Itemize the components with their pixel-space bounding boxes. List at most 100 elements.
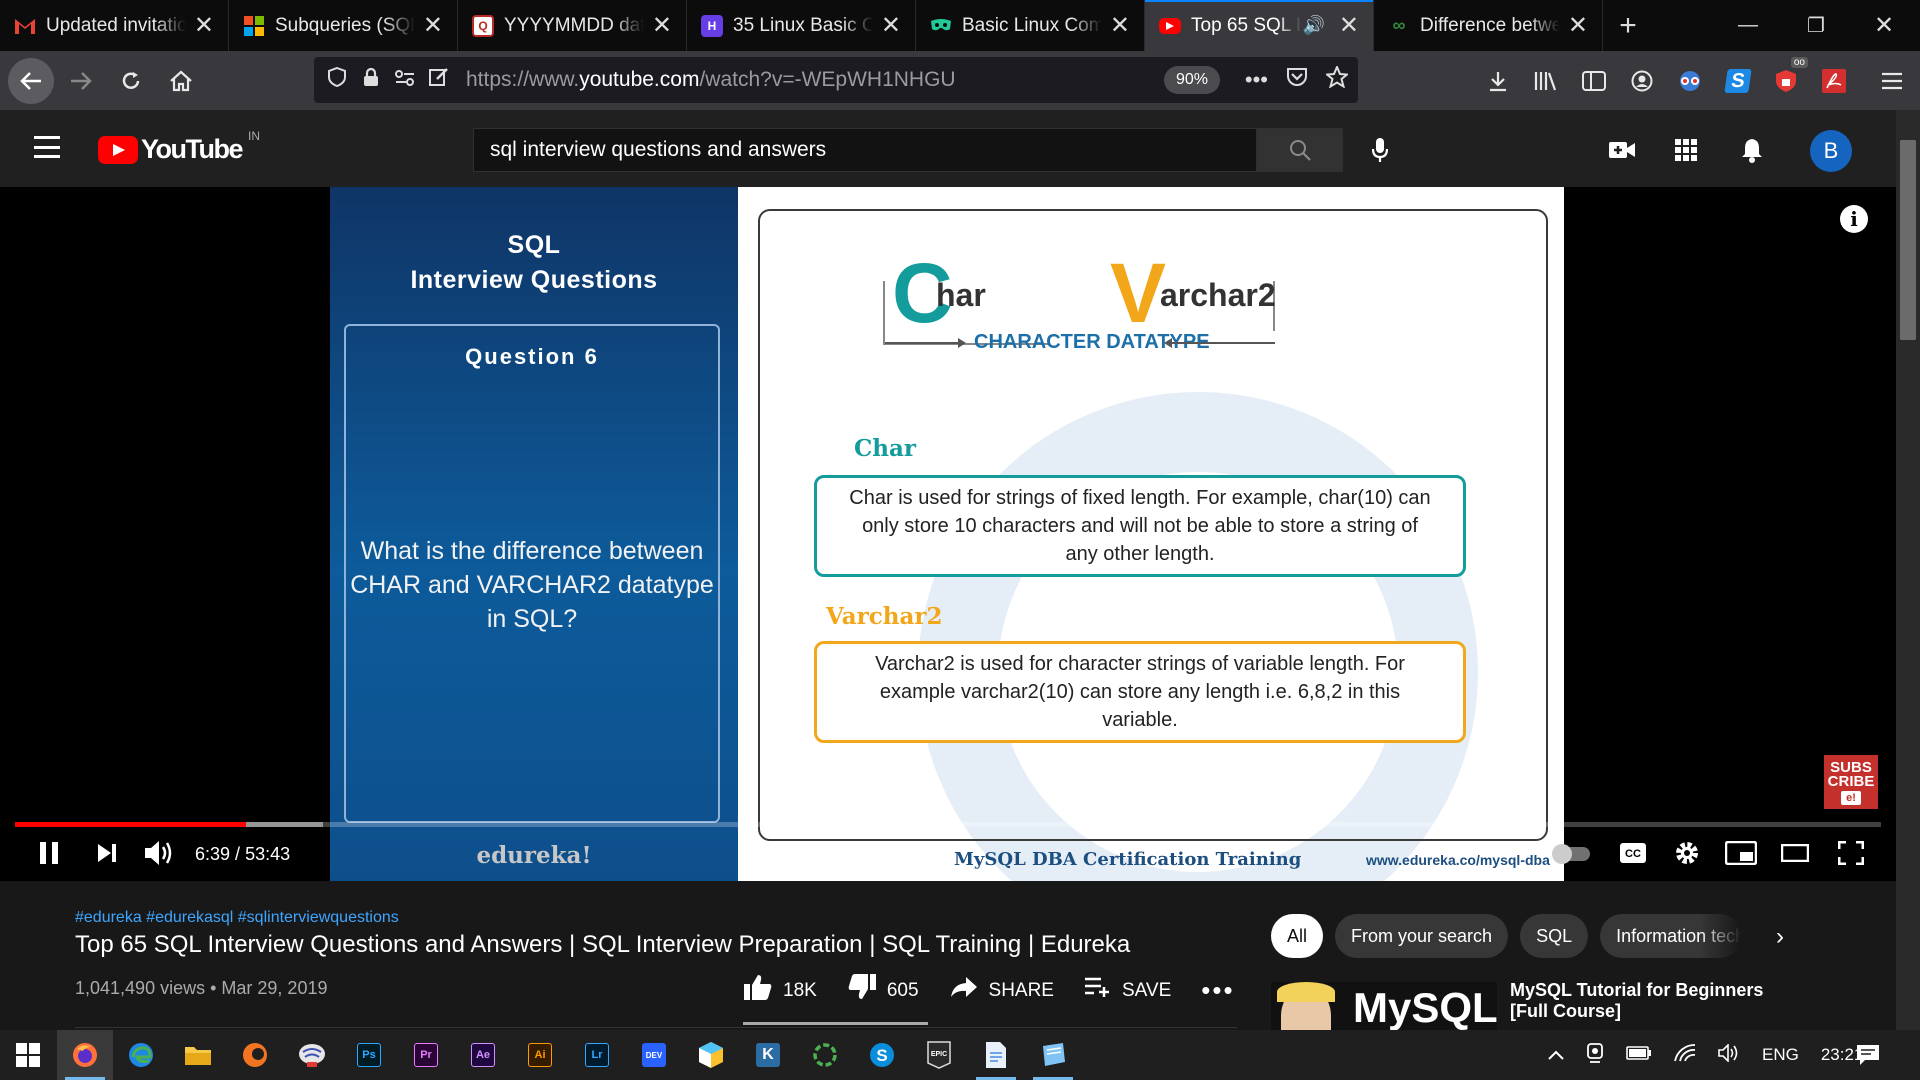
voice-search-button[interactable] <box>1360 130 1400 170</box>
tab-audio-icon[interactable]: 🔊 <box>1302 15 1324 36</box>
zoom-level[interactable]: 90% <box>1163 66 1220 94</box>
lightroom-taskbar-icon[interactable]: Lr <box>569 1030 625 1080</box>
close-tab-icon[interactable]: ✕ <box>881 13 901 38</box>
chip-information-technology[interactable]: Information technology <box>1600 914 1743 958</box>
youtube-logo[interactable]: YouTube IN <box>98 129 260 165</box>
close-tab-icon[interactable]: ✕ <box>1568 13 1588 38</box>
browser-tab[interactable]: Updated invitation ✕ <box>0 0 229 51</box>
url-bar[interactable]: https://www.youtube.com/watch?v=-WEpWH1N… <box>314 57 1358 103</box>
edge-taskbar-icon[interactable] <box>113 1030 169 1080</box>
edit-page-icon[interactable] <box>422 67 456 93</box>
more-actions-button[interactable]: ••• <box>1201 975 1234 1006</box>
avatar[interactable]: B <box>1810 130 1852 172</box>
skype-taskbar-icon[interactable]: S <box>854 1030 910 1080</box>
extension-eyes-icon[interactable] <box>1666 51 1714 110</box>
close-tab-icon[interactable]: ✕ <box>194 13 214 38</box>
chip-from-your-search[interactable]: From your search <box>1335 914 1509 958</box>
theater-mode-button[interactable] <box>1778 835 1812 871</box>
krita-taskbar-icon[interactable]: K <box>740 1030 796 1080</box>
dislike-button[interactable]: 605 <box>847 973 919 1008</box>
notifications-center-button[interactable] <box>1840 1030 1896 1080</box>
recommended-video-thumbnail[interactable]: MySQL <box>1271 982 1497 1030</box>
extension-shield-icon[interactable]: oo <box>1762 51 1810 110</box>
language-indicator[interactable]: ENG <box>1762 1045 1799 1065</box>
save-button[interactable]: SAVE <box>1084 976 1171 1005</box>
illustrator-taskbar-icon[interactable]: Ai <box>512 1030 568 1080</box>
info-icon[interactable]: i <box>1840 205 1868 233</box>
chevron-right-icon[interactable]: › <box>1776 923 1784 951</box>
notepad-taskbar-icon[interactable] <box>968 1030 1024 1080</box>
forward-button[interactable] <box>58 58 104 104</box>
photoshop-taskbar-icon[interactable]: Ps <box>341 1030 397 1080</box>
lock-icon[interactable] <box>354 67 388 93</box>
sidebar-icon[interactable] <box>1570 51 1618 110</box>
extension-s-icon[interactable]: S <box>1714 51 1762 110</box>
captions-button[interactable]: CC <box>1616 835 1650 871</box>
settings-button[interactable] <box>1670 835 1704 871</box>
recommended-video-title[interactable]: MySQL Tutorial for Beginners [Full Cours… <box>1510 980 1763 1022</box>
page-actions-icon[interactable]: ••• <box>1245 67 1268 93</box>
speaker-icon[interactable] <box>1718 1042 1740 1067</box>
pause-button[interactable] <box>34 835 64 871</box>
browser-tab-active[interactable]: Top 65 SQL Interview 🔊 ✕ <box>1145 0 1374 51</box>
share-button[interactable]: SHARE <box>949 975 1054 1006</box>
downloads-icon[interactable] <box>1474 51 1522 110</box>
scrollbar-thumb[interactable] <box>1900 140 1916 340</box>
browser-tab[interactable]: ∞ Difference between ✕ <box>1374 0 1603 51</box>
restore-window-button[interactable]: ❐ <box>1784 0 1848 51</box>
notes-app-taskbar-icon[interactable] <box>1025 1030 1081 1080</box>
create-video-button[interactable] <box>1602 130 1642 170</box>
wifi-icon[interactable] <box>1674 1043 1696 1067</box>
miniplayer-button[interactable] <box>1724 835 1758 871</box>
search-button[interactable] <box>1257 128 1343 172</box>
video-player[interactable]: SQL Interview Questions Question 6 What … <box>0 187 1896 881</box>
new-tab-button[interactable]: + <box>1603 0 1653 51</box>
browser-tab[interactable]: H 35 Linux Basic Commands ✕ <box>687 0 916 51</box>
fullscreen-button[interactable] <box>1834 835 1868 871</box>
cube-app-taskbar-icon[interactable] <box>683 1030 739 1080</box>
chip-all[interactable]: All <box>1271 914 1324 958</box>
back-button[interactable] <box>8 57 54 104</box>
crunchyroll-taskbar-icon[interactable] <box>227 1030 283 1080</box>
circle-app-taskbar-icon[interactable] <box>797 1030 853 1080</box>
chip-sql[interactable]: SQL <box>1520 914 1589 958</box>
like-button[interactable]: 18K <box>743 973 817 1008</box>
bookmark-star-icon[interactable] <box>1324 64 1350 94</box>
after-effects-taskbar-icon[interactable]: Ae <box>455 1030 511 1080</box>
search-input[interactable]: sql interview questions and answers <box>473 128 1257 172</box>
close-tab-icon[interactable]: ✕ <box>1339 13 1359 38</box>
pocket-icon[interactable] <box>1286 67 1308 93</box>
browser-menu-icon[interactable] <box>1864 51 1920 110</box>
subscribe-watermark[interactable]: SUBS CRIBE e! <box>1824 755 1878 809</box>
close-window-button[interactable]: ✕ <box>1852 0 1916 51</box>
shield-icon[interactable] <box>320 66 354 93</box>
windows-start-button[interactable] <box>0 1030 56 1080</box>
autoplay-toggle[interactable] <box>1552 844 1590 864</box>
close-tab-icon[interactable]: ✕ <box>652 13 672 38</box>
video-hashtags[interactable]: #edureka #edurekasql #sqlinterviewquesti… <box>75 909 399 927</box>
browser-tab[interactable]: Subqueries (SQL Server) ✕ <box>229 0 458 51</box>
permissions-icon[interactable] <box>388 69 422 92</box>
brain-app-taskbar-icon[interactable] <box>284 1030 340 1080</box>
next-button[interactable] <box>92 835 122 871</box>
show-hidden-icons-chevron-up-icon[interactable] <box>1548 1045 1564 1065</box>
pdf-extension-icon[interactable] <box>1810 51 1858 110</box>
hamburger-menu-icon[interactable] <box>34 136 60 158</box>
home-button[interactable] <box>158 58 204 104</box>
file-explorer-taskbar-icon[interactable] <box>170 1030 226 1080</box>
url-text[interactable]: https://www.youtube.com/watch?v=-WEpWH1N… <box>466 68 956 92</box>
page-scrollbar[interactable] <box>1896 110 1920 1030</box>
firefox-taskbar-icon[interactable] <box>57 1030 113 1080</box>
apps-button[interactable] <box>1666 130 1706 170</box>
battery-icon[interactable] <box>1626 1045 1652 1065</box>
epic-games-taskbar-icon[interactable]: EPIC <box>911 1030 967 1080</box>
browser-tab[interactable]: Q YYYYMMDD date format ✕ <box>458 0 687 51</box>
premiere-taskbar-icon[interactable]: Pr <box>398 1030 454 1080</box>
close-tab-icon[interactable]: ✕ <box>423 13 443 38</box>
minimize-window-button[interactable]: — <box>1716 0 1780 51</box>
notifications-button[interactable] <box>1732 130 1772 170</box>
volume-button[interactable] <box>142 835 176 871</box>
browser-tab[interactable]: Basic Linux Commands ✕ <box>916 0 1145 51</box>
dev-app-taskbar-icon[interactable]: DEV <box>626 1030 682 1080</box>
library-icon[interactable] <box>1522 51 1570 110</box>
